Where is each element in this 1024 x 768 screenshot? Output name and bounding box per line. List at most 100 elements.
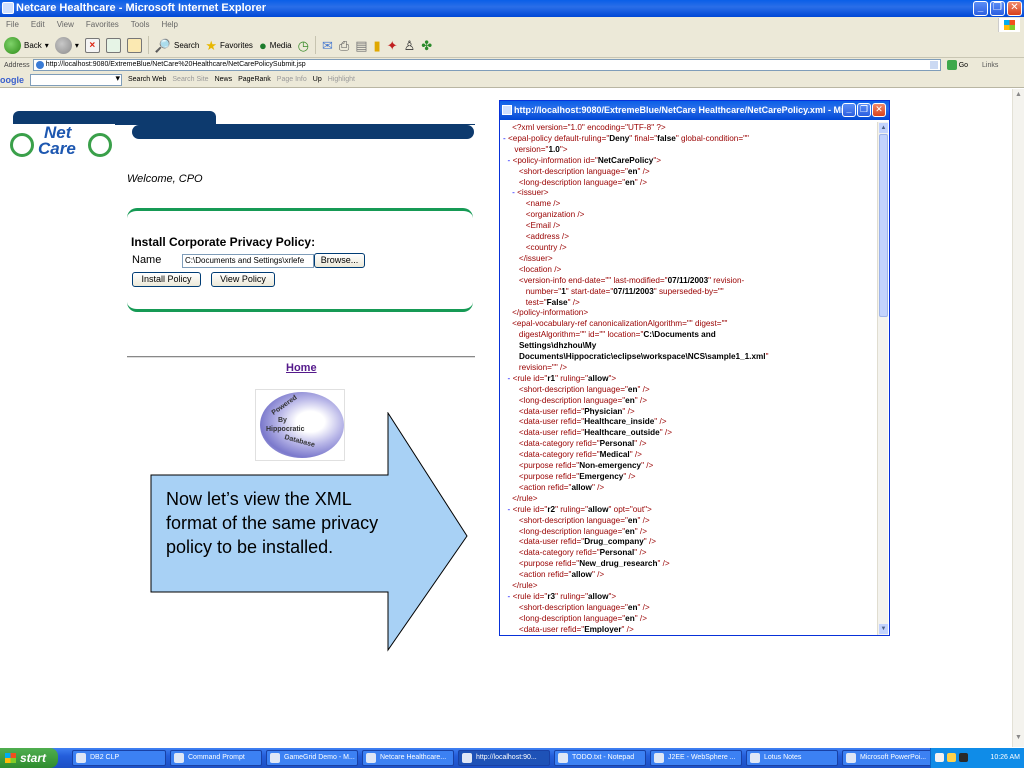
links-button[interactable]: Links	[982, 62, 998, 69]
menu-view[interactable]: View	[57, 17, 74, 33]
menu-edit[interactable]: Edit	[31, 17, 45, 33]
hand-icon	[10, 133, 34, 157]
research-icon[interactable]: ♙	[404, 38, 416, 53]
xml-line: version="1.0">	[503, 145, 877, 156]
xml-line: <short-description language="en" />	[503, 385, 877, 396]
media-button[interactable]: ● Media	[259, 38, 292, 53]
popup-maximize-button[interactable]: ❐	[857, 103, 871, 117]
xml-text: New_drug_research	[579, 559, 658, 569]
xml-text: <purpose refid="	[503, 461, 580, 471]
xml-text: " />	[634, 548, 647, 558]
task-powerpoint[interactable]: Microsoft PowerPoi...	[842, 750, 932, 766]
collapse-toggle[interactable]: -	[503, 374, 513, 383]
popup-minimize-button[interactable]: _	[842, 103, 856, 117]
window-title-bar[interactable]: Netcare Healthcare - Microsoft Internet …	[0, 0, 1024, 17]
start-button[interactable]: start	[0, 748, 58, 768]
news-button[interactable]: News	[215, 76, 233, 83]
home-link[interactable]: Home	[286, 362, 317, 374]
xml-line: <name />	[503, 199, 877, 210]
window-controls: _ ❐ ✕	[973, 1, 1022, 16]
home-icon[interactable]	[126, 37, 142, 53]
chevron-down-icon[interactable]: ▾	[75, 41, 79, 50]
tray-app-icon[interactable]	[959, 753, 968, 762]
xml-text: <policy-information id="	[512, 155, 598, 165]
view-policy-button[interactable]: View Policy	[211, 272, 275, 287]
xml-text: ">	[653, 155, 662, 165]
address-input[interactable]: http://localhost:9080/ExtremeBlue/NetCar…	[32, 59, 941, 71]
print-icon[interactable]: ⎙	[339, 38, 349, 53]
popup-close-button[interactable]: ✕	[872, 103, 886, 117]
maximize-button[interactable]: ❐	[990, 1, 1005, 16]
stop-icon[interactable]: ×	[84, 37, 100, 53]
scroll-thumb[interactable]	[879, 134, 888, 317]
task-localhost-popup[interactable]: http://localhost:90...	[458, 750, 550, 766]
task-j2ee-websphere[interactable]: J2EE - WebSphere ...	[650, 750, 742, 766]
xml-text: digestAlgorithm="" id="" location="	[503, 330, 644, 340]
scroll-down-icon[interactable]: ▼	[1013, 734, 1024, 745]
google-logo[interactable]: oogle	[0, 75, 24, 85]
highlight-button[interactable]: Highlight	[328, 76, 355, 83]
tray-volume-icon[interactable]	[947, 753, 956, 762]
menu-file[interactable]: File	[6, 17, 19, 33]
address-dropdown-icon[interactable]	[929, 61, 938, 69]
xml-text: <epal-vocabulary-ref canonicalizationAlg…	[503, 319, 728, 329]
page-scrollbar[interactable]: ▲ ▼	[1012, 89, 1024, 747]
google-toolbar: oogle Search Web Search Site News PageRa…	[0, 72, 1024, 88]
minimize-button[interactable]: _	[973, 1, 988, 16]
discuss-icon[interactable]: ✤	[421, 38, 432, 53]
popup-scrollbar[interactable]: ▲ ▼	[877, 122, 888, 635]
folder-icon[interactable]: ▮	[374, 38, 381, 53]
back-button[interactable]: Back ▾	[4, 36, 49, 54]
refresh-icon[interactable]	[105, 37, 121, 53]
xml-text: test="	[503, 297, 547, 307]
welcome-message: Welcome, CPO	[127, 173, 203, 185]
close-button[interactable]: ✕	[1007, 1, 1022, 16]
up-button[interactable]: Up	[313, 76, 322, 83]
search-web-button[interactable]: Search Web	[128, 76, 166, 83]
xml-text: allow	[588, 373, 609, 383]
xml-text: <name />	[503, 199, 561, 209]
google-search-input[interactable]	[30, 73, 122, 86]
xml-text: allow	[588, 504, 609, 514]
xml-text: <data-user refid="	[503, 624, 585, 633]
collapse-toggle[interactable]: -	[503, 505, 513, 514]
xml-line: <version-info end-date="" last-modified=…	[503, 276, 877, 287]
scroll-up-icon[interactable]: ▲	[1013, 91, 1024, 102]
favorites-button[interactable]: ★ Favorites	[205, 38, 253, 53]
collapse-toggle[interactable]: -	[503, 188, 517, 197]
task-gamegrid-demo[interactable]: GameGrid Demo - M...	[266, 750, 358, 766]
task-netcare-healthcare[interactable]: Netcare Healthcare...	[362, 750, 454, 766]
task-command-prompt[interactable]: Command Prompt	[170, 750, 262, 766]
menu-favorites[interactable]: Favorites	[86, 17, 119, 33]
policy-file-input[interactable]: C:\Documents and Settings\xrlefe	[182, 254, 314, 268]
menu-help[interactable]: Help	[161, 17, 177, 33]
xml-line: <Email />	[503, 221, 877, 232]
mail-icon[interactable]: ✉	[322, 38, 333, 53]
xml-line: <long-description language="en" />	[503, 396, 877, 407]
edit-icon[interactable]: ▤	[355, 38, 367, 53]
task-db2-clp[interactable]: DB2 CLP	[72, 750, 166, 766]
history-icon[interactable]: ◷	[298, 38, 309, 53]
popup-title-bar[interactable]: http://localhost:9080/ExtremeBlue/NetCar…	[500, 101, 889, 120]
xml-text: " global-condition=""	[675, 133, 749, 143]
clock[interactable]: 10:26 AM	[990, 754, 1020, 761]
chevron-down-icon[interactable]: ▾	[45, 41, 49, 50]
task-lotus-notes[interactable]: Lotus Notes	[746, 750, 838, 766]
xml-line: <data-user refid="Physician" />	[503, 407, 877, 418]
messenger-icon[interactable]: ✦	[387, 38, 398, 53]
task-todo-notepad[interactable]: TODO.txt - Notepad	[554, 750, 646, 766]
install-policy-button[interactable]: Install Policy	[132, 272, 201, 287]
callout-text: Now let’s view the XML format of the sam…	[166, 489, 379, 557]
go-button[interactable]: Go	[946, 60, 968, 70]
collapse-toggle[interactable]: -	[503, 156, 513, 165]
scroll-up-icon[interactable]: ▲	[879, 123, 888, 133]
search-site-button[interactable]: Search Site	[172, 76, 208, 83]
menu-tools[interactable]: Tools	[131, 17, 150, 33]
forward-button[interactable]: ▾	[54, 36, 79, 54]
browse-button[interactable]: Browse...	[314, 253, 365, 268]
page-info-button[interactable]: Page Info	[277, 76, 307, 83]
collapse-toggle[interactable]: -	[503, 592, 513, 601]
scroll-down-icon[interactable]: ▼	[879, 624, 888, 634]
search-button[interactable]: 🔎 Search	[155, 38, 200, 53]
tray-network-icon[interactable]	[935, 753, 944, 762]
